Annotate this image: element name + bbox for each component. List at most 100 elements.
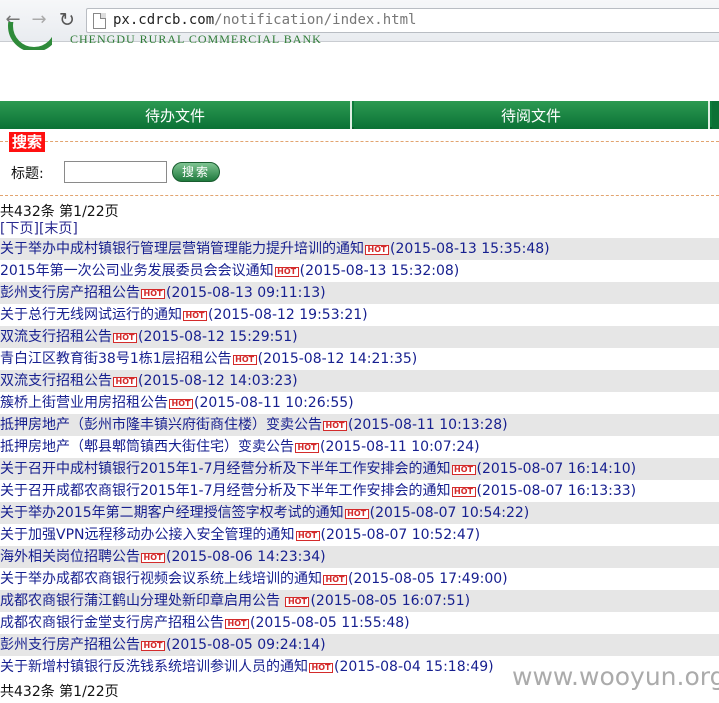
hot-badge-icon: HOT [451, 487, 476, 497]
notice-date: (2015-08-05 09:24:14) [166, 637, 326, 653]
notice-title-link[interactable]: 青白江区教育街38号1栋1层招租公告 [0, 351, 232, 367]
url-host: px.cdrcb.com [113, 12, 215, 28]
hot-badge-icon: HOT [141, 289, 165, 299]
reload-icon[interactable]: ↻ [56, 9, 78, 31]
notice-date: (2015-08-11 10:07:24) [320, 439, 480, 455]
notice-row[interactable]: 关于举办中成村镇银行管理层营销管理能力提升培训的通知 HOT (2015-08-13… [0, 238, 719, 260]
notice-title-link[interactable]: 关于新增村镇银行反洗钱系统培训参训人员的通知 [0, 659, 308, 675]
watermark: www.wooyun.org [512, 662, 719, 691]
notice-date: (2015-08-07 16:14:10) [476, 461, 637, 477]
notice-date: (2015-08-12 14:03:23) [138, 373, 298, 389]
notice-date: (2015-08-13 15:35:48) [390, 241, 550, 257]
notice-row[interactable]: 簇桥上街营业用房招租公告 HOT (2015-08-11 10:26:55) [0, 392, 719, 414]
notice-title-link[interactable]: 簇桥上街营业用房招租公告 [0, 395, 168, 411]
search-heading: 搜索 [9, 132, 46, 152]
notice-row[interactable]: 关于举办成都农商银行视频会议系统上线培训的通知 HOT (2015-08-05 17… [0, 568, 719, 590]
bank-name: CHENGDU RURAL COMMERCIAL BANK [70, 32, 322, 46]
notice-title-link[interactable]: 关于举办中成村镇银行管理层营销管理能力提升培训的通知 [0, 241, 364, 257]
notice-date: (2015-08-04 15:18:49) [334, 659, 494, 675]
notice-date: (2015-08-12 15:29:51) [138, 329, 298, 345]
notice-date: (2015-08-13 15:32:08) [299, 263, 460, 279]
notice-title-link[interactable]: 海外相关岗位招聘公告 [0, 549, 140, 565]
hot-badge-icon: HOT [113, 377, 137, 387]
notice-date: (2015-08-13 09:11:13) [166, 285, 326, 301]
notice-title-link[interactable]: 彭州支行房产招租公告 [0, 285, 140, 301]
notice-row[interactable]: 抵押房地产（郫县郫筒镇西大街住宅）变卖公告 HOT (2015-08-11 10:0… [0, 436, 719, 458]
notice-date: (2015-08-11 10:13:28) [348, 417, 508, 433]
bank-logo-icon [6, 22, 52, 50]
notice-row[interactable]: 青白江区教育街38号1栋1层招租公告 HOT (2015-08-12 14:21:3… [0, 348, 719, 370]
hot-badge-icon: HOT [323, 575, 347, 585]
hot-badge-icon: HOT [232, 355, 257, 365]
notice-row[interactable]: 2015年第一次公司业务发展委员会会议通知 HOT (2015-08-13 15:3… [0, 260, 719, 282]
notice-row[interactable]: 关于总行无线网试运行的通知 HOT (2015-08-12 19:53:21) [0, 304, 719, 326]
notice-title-link[interactable]: 双流支行招租公告 [0, 329, 112, 345]
hot-badge-icon: HOT [285, 597, 310, 607]
search-button[interactable]: 搜索 [172, 162, 220, 182]
notice-title-link[interactable]: 抵押房地产（郫县郫筒镇西大街住宅）变卖公告 [0, 439, 294, 455]
notice-date: (2015-08-05 11:55:48) [250, 615, 410, 631]
notice-title-link[interactable]: 彭州支行房产招租公告 [0, 637, 140, 653]
notice-title-link[interactable]: 关于加强VPN远程移动办公接入安全管理的通知 [0, 527, 295, 543]
notice-date: (2015-08-07 10:52:47) [320, 527, 481, 543]
notice-title-link[interactable]: 关于举办成都农商银行视频会议系统上线培训的通知 [0, 571, 322, 587]
address-bar[interactable]: px.cdrcb.com/notification/index.html [86, 8, 719, 33]
hot-badge-icon: HOT [225, 619, 249, 629]
notice-row[interactable]: 成都农商银行蒲江鹤山分理处新印章启用公告 HOT (2015-08-05 16:0… [0, 590, 719, 612]
notice-date: (2015-08-07 16:13:33) [476, 483, 637, 499]
notice-row[interactable]: 关于加强VPN远程移动办公接入安全管理的通知 HOT (2015-08-07 10:… [0, 524, 719, 546]
next-page-link[interactable]: [下页] [0, 221, 39, 237]
notice-row[interactable]: 抵押房地产（彭州市隆丰镇兴府街商住楼）变卖公告 HOT (2015-08-11 10… [0, 414, 719, 436]
notice-date: (2015-08-06 14:23:34) [166, 549, 326, 565]
notice-row[interactable]: 双流支行招租公告 HOT (2015-08-12 14:03:23) [0, 370, 719, 392]
notice-title-link[interactable]: 抵押房地产（彭州市隆丰镇兴府街商住楼）变卖公告 [0, 417, 322, 433]
notice-title-link[interactable]: 成都农商银行金堂支行房产招租公告 [0, 615, 224, 631]
notice-date: (2015-08-05 17:49:00) [348, 571, 508, 587]
hot-badge-icon: HOT [274, 267, 299, 277]
divider-top [0, 141, 719, 142]
notice-list: 关于举办中成村镇银行管理层营销管理能力提升培训的通知 HOT (2015-08-13… [0, 238, 719, 678]
address-url[interactable]: px.cdrcb.com/notification/index.html [113, 12, 416, 28]
notice-date: (2015-08-05 16:07:51) [310, 593, 471, 609]
notice-title-link[interactable]: 双流支行招租公告 [0, 373, 112, 389]
tab-read-files[interactable]: 待阅文件 [354, 101, 710, 129]
hot-badge-icon: HOT [141, 641, 165, 651]
notice-date: (2015-08-12 14:21:35) [257, 351, 418, 367]
notice-row[interactable]: 彭州支行房产招租公告 HOT (2015-08-05 09:24:14) [0, 634, 719, 656]
title-label: 标题: [11, 166, 44, 182]
notice-row[interactable]: 彭州支行房产招租公告 HOT (2015-08-13 09:11:13) [0, 282, 719, 304]
title-search-input[interactable] [64, 161, 167, 183]
notice-title-link[interactable]: 关于举办2015年第二期客户经理授信签字权考试的通知 [0, 505, 344, 521]
hot-badge-icon: HOT [344, 509, 369, 519]
notice-title-link[interactable]: 关于召开中成村镇银行2015年1-7月经营分析及下半年工作安排会的通知 [0, 461, 451, 477]
notice-row[interactable]: 关于召开中成村镇银行2015年1-7月经营分析及下半年工作安排会的通知 HOT (2… [0, 458, 719, 480]
notice-title-link[interactable]: 成都农商银行蒲江鹤山分理处新印章启用公告 [0, 593, 284, 609]
notice-row[interactable]: 海外相关岗位招聘公告 HOT (2015-08-06 14:23:34) [0, 546, 719, 568]
notice-title-link[interactable]: 关于总行无线网试运行的通知 [0, 307, 182, 323]
hot-badge-icon: HOT [365, 245, 389, 255]
notice-row[interactable]: 关于举办2015年第二期客户经理授信签字权考试的通知 HOT (2015-08-07… [0, 502, 719, 524]
notice-date: (2015-08-12 19:53:21) [208, 307, 368, 323]
notice-row[interactable]: 双流支行招租公告 HOT (2015-08-12 15:29:51) [0, 326, 719, 348]
pager-summary-bottom: 共432条 第1/22页 [0, 684, 119, 700]
url-path: /notification/index.html [214, 12, 417, 28]
tab-pending-files[interactable]: 待办文件 [0, 101, 352, 129]
notice-title-link[interactable]: 2015年第一次公司业务发展委员会会议通知 [0, 263, 274, 279]
divider-bottom [0, 195, 719, 196]
notice-row[interactable]: 关于召开成都农商银行2015年1-7月经营分析及下半年工作安排会的通知 HOT (2… [0, 480, 719, 502]
hot-badge-icon: HOT [295, 443, 319, 453]
last-page-link[interactable]: [末页] [39, 221, 78, 237]
hot-badge-icon: HOT [113, 333, 137, 343]
hot-badge-icon: HOT [451, 465, 476, 475]
hot-badge-icon: HOT [183, 311, 207, 321]
hot-badge-icon: HOT [309, 663, 333, 673]
hot-badge-icon: HOT [323, 421, 347, 431]
notice-row[interactable]: 成都农商银行金堂支行房产招租公告 HOT (2015-08-05 11:55:48) [0, 612, 719, 634]
notice-title-link[interactable]: 关于召开成都农商银行2015年1-7月经营分析及下半年工作安排会的通知 [0, 483, 451, 499]
notice-date: (2015-08-11 10:26:55) [194, 395, 354, 411]
tab-bar: 待办文件 待阅文件 [0, 101, 719, 129]
notice-date: (2015-08-07 10:54:22) [369, 505, 530, 521]
hot-badge-icon: HOT [169, 399, 193, 409]
hot-badge-icon: HOT [295, 531, 320, 541]
page-icon [93, 13, 106, 29]
